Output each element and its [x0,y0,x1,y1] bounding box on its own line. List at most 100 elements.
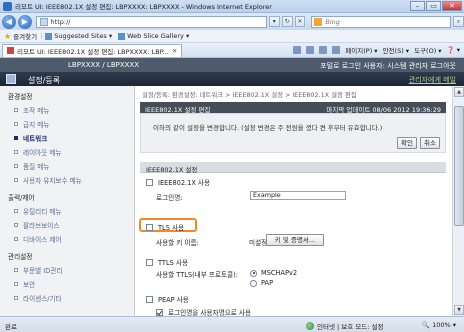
ieee-use-checkbox[interactable] [146,178,153,186]
sidebar-group-preferences: 환경설정 [8,93,33,101]
browser-tab[interactable]: 리모트 UI: IEEE802.1X 설정 편집: LBPXXXX: LBP..… [2,43,183,57]
mail-admin-link[interactable]: 관리자에게 메일 [409,75,456,85]
mschapv2-radio[interactable] [250,269,257,277]
sidebar-item-license-other[interactable]: 라이센스/기타 [0,291,134,305]
safety-menu[interactable]: 안전(S) ▾ [383,45,410,55]
sidebar-item-label: 품질 메뉴 [23,163,50,171]
sidebar-item-label: 사용자 유지보수 메뉴 [23,177,82,185]
bullet-icon [14,268,18,272]
breadcrumb: 설정/등록: 환경설정: 네트워크 > IEEE802.1X 설정 > IEEE… [142,91,357,99]
ieee-use-row: IEEE802.1X 사용 [146,177,210,187]
sidebar-item-quality-menu[interactable]: 품질 메뉴 [0,159,134,173]
ttls-option-pap[interactable]: PAP [250,279,273,287]
tab-bar: 리모트 UI: IEEE802.1X 설정 편집: LBPXXXX: LBP..… [0,43,464,58]
sidebar-item-control-menu[interactable]: 조작 메뉴 [0,103,134,117]
tls-use-checkbox[interactable] [146,223,153,231]
login-info[interactable]: 포털로 로그인 사용자: 시스템 관리자 로그아웃 [320,61,456,71]
separator: | [40,32,43,40]
scroll-thumb[interactable] [454,106,464,226]
maximize-button[interactable]: ▭ [426,1,441,11]
zone-label: 인터넷 | 보호 모드: 설정 [317,323,384,331]
sidebar-item-device-control[interactable]: 디바이스 제어 [0,232,134,246]
page-header: LBPXXXX / LBPXXXX 포털로 로그인 사용자: 시스템 관리자 로… [0,58,464,86]
tls-use-label: TLS 사용 [158,224,185,232]
refresh-icon[interactable]: ↻ [281,16,293,27]
key-status: 미설정 [249,239,268,247]
main-content: 설정/등록: 환경설정: 네트워크 > IEEE802.1X 설정 > IEEE… [136,86,452,317]
bullet-icon [14,150,18,154]
zoom-level[interactable]: 🔍 100% ▾ [422,321,456,329]
minimize-button[interactable]: – [410,1,425,11]
page-title: 설정/등록 [28,76,61,85]
home-icon[interactable] [293,46,302,54]
peap-use-checkbox[interactable] [146,295,153,303]
sidebar-item-label: 조작 메뉴 [23,107,50,115]
url-text: http:// [50,17,71,26]
mail-icon[interactable] [319,46,328,54]
search-placeholder: Bing [325,17,340,26]
sidebar-item-utility-menu[interactable]: 유틸리티 메뉴 [0,204,134,218]
login-name-row: 로그인명: [156,192,183,202]
bullet-icon [14,223,18,227]
bullet-icon [14,178,18,182]
stop-icon[interactable]: ✕ [294,16,306,27]
canon-favicon [7,47,14,54]
favorite-web-slice-gallery[interactable]: Web Slice Gallery ▾ [118,32,189,40]
page-menu[interactable]: 페이지(P) ▾ [345,45,377,55]
ttls-protocol-label: 사용할 TTLS(내부 프로토콜): [156,271,238,279]
forward-button[interactable]: ▶ [17,14,32,29]
feeds-icon[interactable] [306,46,315,54]
mschapv2-label: MSCHAPv2 [261,269,298,277]
close-window-button[interactable]: ✕ [442,1,462,11]
sidebar-item-palette-voice[interactable]: 팔라브보이스 [0,218,134,232]
pap-radio[interactable] [250,279,257,287]
sidebar-item-department-id[interactable]: 부문별 ID관리 [0,263,134,277]
sidebar-item-user-maintenance-menu[interactable]: 사용자 유지보수 메뉴 [0,173,134,187]
section-title: IEEE802.1X 설정 [146,166,198,174]
scroll-up-arrow-icon[interactable]: ▲ [454,87,464,97]
ie-app-icon [3,1,12,11]
ttls-use-checkbox[interactable] [146,258,153,266]
window-titlebar: 리모트 UI: IEEE802.1X 설정 편집: LBPXXXX: LBPXX… [0,0,464,13]
search-icon[interactable]: ⌕ [453,16,464,27]
sidebar-item-label: 급지 메뉴 [23,121,50,129]
back-button[interactable]: ◀ [2,14,16,29]
sidebar-group-management: 관리설정 [8,253,33,261]
bullet-icon [14,122,18,126]
bing-icon [314,17,323,26]
sidebar-item-network[interactable]: 네트워크 [0,131,134,145]
login-name-field[interactable]: Example [250,191,346,200]
favorite-label: Web Slice Gallery ▾ [127,32,190,40]
url-input[interactable]: http:// [35,15,267,28]
ttls-use-row: TTLS 사용 [146,257,188,267]
status-text: 완료 [5,323,17,331]
sidebar-item-paper-source-menu[interactable]: 급지 메뉴 [0,117,134,131]
dropdown-button[interactable]: ▾ [268,16,280,27]
address-bar-row: ◀ ▶ http:// ▾ ↻ ✕ Bing ⌕ [0,13,464,30]
help-menu[interactable]: ❓ ▾ [447,46,460,54]
sidebar-item-security[interactable]: 보안 [0,277,134,291]
favorites-star-icon[interactable]: ★ [4,32,11,41]
favorites-label[interactable]: 즐겨찾기 [13,31,37,41]
bullet-icon [14,209,18,213]
command-bar: 페이지(P) ▾ 안전(S) ▾ 도구(O) ▾ ❓ ▾ [293,45,464,55]
key-certificate-button[interactable]: 키 및 증명서... [266,234,324,246]
sidebar-item-layout-menu[interactable]: 레이아웃 메뉴 [0,145,134,159]
key-name-row: 사용할 키 이름: [156,237,199,247]
scroll-down-arrow-icon[interactable]: ▼ [454,305,464,315]
search-input[interactable]: Bing [311,15,452,28]
favorite-suggested-sites[interactable]: Suggested Sites ▾ [45,32,112,40]
ttls-option-mschapv2[interactable]: MSCHAPv2 [250,269,297,277]
tab-close-icon[interactable]: ✕ [172,47,177,55]
status-bar: 완료 인터넷 | 보호 모드: 설정 🔍 100% ▾ [0,316,464,332]
notice-box: 이하의 같이 설정을 변경합니다. (설정 변경은 주 전원을 껐다 켠 후부터… [140,113,446,153]
ok-button[interactable]: 확인 [397,137,417,149]
use-login-as-user-checkbox[interactable] [156,308,163,316]
cancel-button[interactable]: 취소 [420,137,440,149]
tools-menu[interactable]: 도구(O) ▾ [414,45,441,55]
peap-use-label: PEAP 사용 [158,296,189,304]
sidebar-item-label: 디바이스 제어 [23,236,62,244]
settings-icon [6,74,16,84]
vertical-scrollbar[interactable]: ▲ ▼ [452,86,464,316]
print-icon[interactable] [332,46,341,54]
